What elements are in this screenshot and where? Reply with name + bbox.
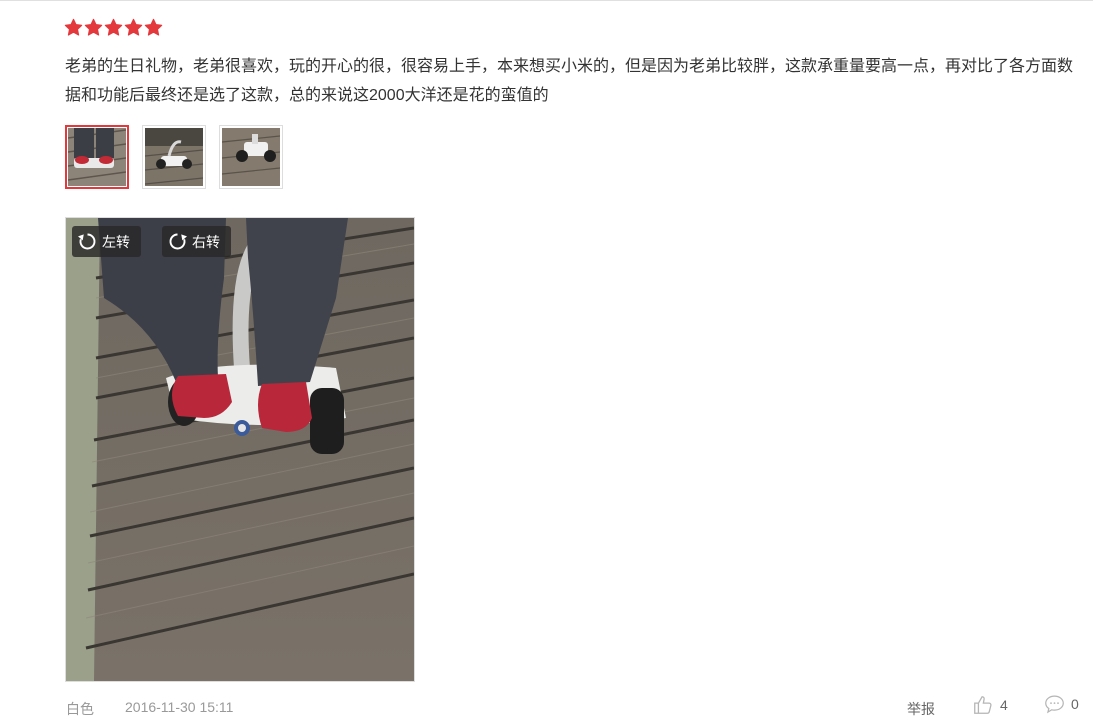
thumbnail-2[interactable]: [142, 125, 206, 189]
image-viewer[interactable]: 左转 右转: [65, 217, 415, 682]
photo-scooter-on-deck-icon: [145, 128, 203, 186]
star-icon: [84, 18, 103, 36]
like-button[interactable]: 4: [972, 694, 1008, 716]
product-color: 白色: [66, 701, 94, 717]
thumbs-up-icon: [974, 696, 992, 714]
like-count: 4: [1000, 697, 1008, 713]
star-icon: [144, 18, 163, 36]
report-link[interactable]: 举报: [907, 699, 935, 719]
rotate-left-button[interactable]: 左转: [72, 226, 141, 257]
review-text: 老弟的生日礼物，老弟很喜欢，玩的开心的很，很容易上手，本来想买小米的，但是因为老…: [65, 58, 1074, 104]
thumbnail-strip: [65, 125, 283, 189]
thumbnail-3[interactable]: [219, 125, 283, 189]
rotate-left-icon: [78, 233, 96, 250]
rating-stars: [64, 18, 163, 37]
star-icon: [124, 18, 143, 36]
review-datetime: 2016-11-30 15:11: [125, 699, 234, 715]
rotate-right-label: 右转: [192, 233, 220, 250]
photo-legs-on-scooter-icon: [68, 128, 126, 186]
rotate-right-icon: [169, 233, 187, 250]
top-divider: [0, 0, 1093, 1]
review-photo: [66, 218, 414, 681]
reply-count: 0: [1071, 696, 1079, 712]
star-icon: [104, 18, 123, 36]
rotate-right-button[interactable]: 右转: [162, 226, 231, 257]
rotate-left-label: 左转: [102, 233, 130, 250]
thumbnail-1[interactable]: [65, 125, 129, 189]
photo-scooter-side-icon: [222, 128, 280, 186]
star-icon: [64, 18, 83, 36]
comment-bubble-icon: [1045, 695, 1064, 714]
reply-button[interactable]: 0: [1044, 694, 1079, 714]
